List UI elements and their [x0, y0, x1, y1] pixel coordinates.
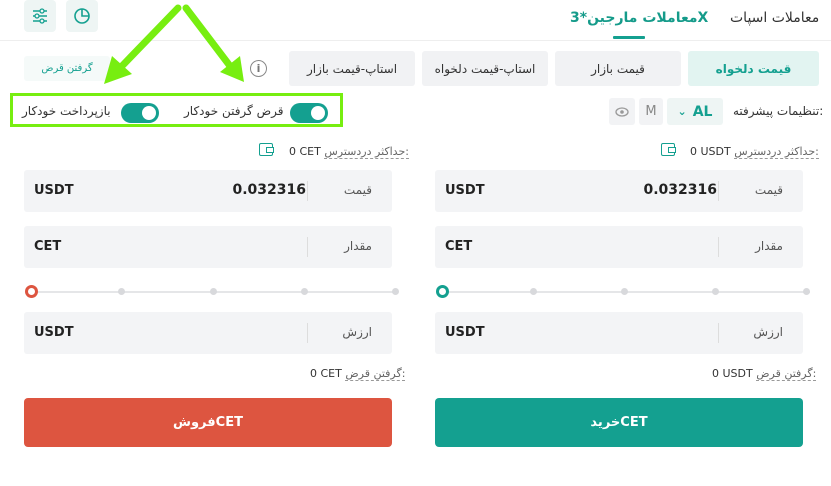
auto-borrow-label: قرض گرفتن خودکار	[184, 104, 284, 118]
sell-available-label: حداکثر دردسترس:	[324, 145, 409, 159]
buy-total-field[interactable]: USDT ارزش	[435, 312, 803, 354]
buy-amount-unit: CET	[445, 239, 473, 254]
sell-slider-mark[interactable]	[301, 288, 308, 295]
buy-borrow-value: 0 USDT	[712, 367, 753, 380]
buy-price-unit: USDT	[445, 183, 485, 198]
buy-price-label: قیمت	[754, 183, 783, 197]
buy-available: 0 USDT حداکثر دردسترس:	[690, 145, 819, 159]
buy-borrow-label: گرفتن قرض:	[756, 367, 817, 381]
chevron-down-icon: ⌄	[677, 105, 687, 118]
sell-amount-label: مقدار	[344, 239, 372, 253]
wallet-icon[interactable]	[661, 143, 676, 156]
buy-button[interactable]: خریدCET	[435, 398, 803, 447]
wallet-icon[interactable]	[259, 143, 274, 156]
buy-slider-mark[interactable]	[530, 288, 537, 295]
buy-amount-field[interactable]: CET مقدار	[435, 226, 803, 268]
buy-available-label: حداکثر دردسترس:	[734, 145, 819, 159]
sell-slider-knob[interactable]	[25, 285, 38, 298]
sell-slider-mark[interactable]	[392, 288, 399, 295]
buy-amount-label: مقدار	[755, 239, 783, 253]
buy-price-field[interactable]: USDT 0.032316 قیمت	[435, 170, 803, 212]
sell-slider-mark[interactable]	[118, 288, 125, 295]
sell-slider-mark[interactable]	[210, 288, 217, 295]
sell-borrow-label: گرفتن قرض:	[345, 367, 406, 381]
al-dropdown[interactable]: ⌄ AL	[667, 98, 723, 125]
buy-total-label: ارزش	[753, 325, 783, 339]
buy-borrow: 0 USDT گرفتن قرض:	[712, 367, 817, 381]
sell-available-value: 0 CET	[289, 145, 321, 158]
sell-price-value: 0.032316	[232, 182, 306, 198]
auto-repay-label: بازپرداخت خودکار	[22, 104, 111, 118]
sell-borrow: 0 CET گرفتن قرض:	[310, 367, 406, 381]
eye-icon	[615, 106, 629, 117]
sell-price-label: قیمت	[343, 183, 372, 197]
sell-amount-field[interactable]: CET مقدار	[24, 226, 392, 268]
auto-borrow-toggle[interactable]	[290, 103, 328, 123]
auto-repay-toggle[interactable]	[121, 103, 159, 123]
advanced-settings-label: تنظیمات پیشرفته:	[733, 104, 824, 118]
sell-total-field[interactable]: USDT ارزش	[24, 312, 392, 354]
sell-button[interactable]: فروشCET	[24, 398, 392, 447]
sell-total-label: ارزش	[342, 325, 372, 339]
buy-slider-mark[interactable]	[621, 288, 628, 295]
sell-amount-unit: CET	[34, 239, 62, 254]
al-label: AL	[692, 103, 713, 120]
buy-slider-knob[interactable]	[436, 285, 449, 298]
sell-borrow-value: 0 CET	[310, 367, 342, 380]
buy-total-unit: USDT	[445, 325, 485, 340]
sell-available: 0 CET حداکثر دردسترس:	[289, 145, 409, 159]
sell-price-field[interactable]: USDT 0.032316 قیمت	[24, 170, 392, 212]
hidden-order-button[interactable]	[609, 98, 635, 125]
sell-total-unit: USDT	[34, 325, 74, 340]
buy-slider-mark[interactable]	[712, 288, 719, 295]
sell-price-unit: USDT	[34, 183, 74, 198]
buy-available-value: 0 USDT	[690, 145, 731, 158]
buy-price-value: 0.032316	[643, 182, 717, 198]
buy-slider-mark[interactable]	[803, 288, 810, 295]
m-button[interactable]: M	[639, 98, 663, 125]
